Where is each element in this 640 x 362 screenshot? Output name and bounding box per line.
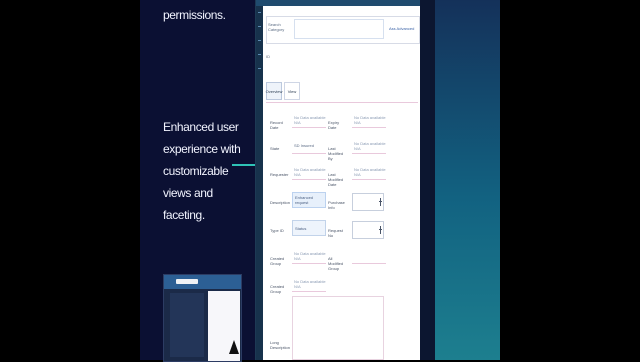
right-teal-panel xyxy=(435,0,500,360)
sidebar-item-icon[interactable] xyxy=(258,12,261,13)
app-window: Search Category Ass Advanced ID Overview… xyxy=(255,0,421,360)
field-label-state: State xyxy=(270,146,280,151)
created-group-value: No Data available N/A xyxy=(292,248,326,264)
tab-overview[interactable]: Overview xyxy=(266,82,282,100)
description-input[interactable]: Enhanced request xyxy=(292,192,326,208)
field-label-type: Type ID xyxy=(270,228,284,233)
field-label-request-no: Request No xyxy=(328,228,343,238)
request-no-stepper[interactable] xyxy=(352,221,384,239)
field-label-requester: Requester xyxy=(270,172,289,177)
field-label-last-modified-date: Last Modified Date xyxy=(328,172,344,187)
sidebar-item-icon[interactable] xyxy=(258,40,261,41)
purchase-info-stepper[interactable] xyxy=(352,193,384,211)
type-select[interactable]: Status xyxy=(292,220,326,236)
record-date-value: No Data available N/A xyxy=(292,112,326,128)
search-input[interactable] xyxy=(294,19,384,39)
field-label-purchase-info: Purchase Info xyxy=(328,200,345,210)
search-row: Search Category Ass Advanced xyxy=(266,16,420,44)
last-modified-date-value: No Data available N/A xyxy=(352,164,386,180)
field-label-last-modified-by: Last Modified By xyxy=(328,146,344,161)
long-description-textarea[interactable] xyxy=(292,296,384,360)
requester-value: No Data available N/A xyxy=(292,164,326,180)
field-label-created-group: Created Group xyxy=(270,256,285,266)
advanced-search-link[interactable]: Ass Advanced xyxy=(389,26,414,31)
cursor-arrow-icon xyxy=(229,340,239,354)
sidebar-item-icon[interactable] xyxy=(258,68,261,69)
mini-search-input xyxy=(176,279,198,284)
mini-sidebar xyxy=(170,293,204,357)
right-dark-strip xyxy=(420,0,435,360)
all-modified-group-input[interactable] xyxy=(352,248,386,264)
last-modified-by-value: No Data available N/A xyxy=(352,138,386,154)
field-label-long-description: Long Description xyxy=(270,340,291,350)
tab-view[interactable]: View xyxy=(284,82,300,100)
tabs-row: Overview View xyxy=(266,78,418,103)
feature-text-main: Enhanced user experience with customizab… xyxy=(163,120,241,222)
field-label-created-group-2: Created Group xyxy=(270,284,285,294)
sidebar-item-icon[interactable] xyxy=(258,26,261,27)
app-sidebar xyxy=(256,6,263,360)
app-topbar xyxy=(256,0,421,6)
field-label-description: Description xyxy=(270,200,291,205)
field-label-record-date: Record Date xyxy=(270,120,283,130)
created-group-value-2: No Data available N/A xyxy=(292,276,326,292)
record-code: ID xyxy=(266,54,270,59)
field-label-expiry-date: Expiry Date xyxy=(328,120,340,130)
search-category-label: Search Category xyxy=(268,22,285,32)
expiry-date-value: No Data available N/A xyxy=(352,112,386,128)
sidebar-item-icon[interactable] xyxy=(258,54,261,55)
field-label-all-modified-group: All Modified Group xyxy=(328,256,344,271)
connector-line xyxy=(232,164,256,166)
state-value: SD Insured xyxy=(292,138,326,154)
feature-text-top: permissions. xyxy=(163,8,226,22)
